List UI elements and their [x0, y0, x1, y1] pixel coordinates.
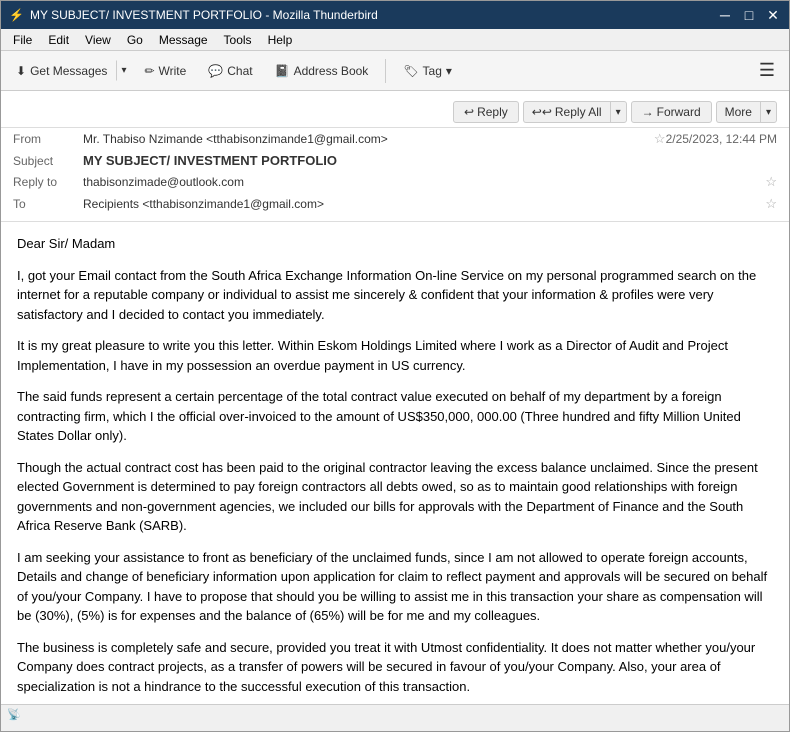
chat-button[interactable]: 💬 Chat: [199, 59, 261, 83]
more-button[interactable]: More: [716, 101, 760, 123]
email-paragraph: The business is completely safe and secu…: [17, 638, 773, 697]
menu-view[interactable]: View: [77, 31, 119, 49]
title-bar-left: ⚡ MY SUBJECT/ INVESTMENT PORTFOLIO - Moz…: [9, 8, 378, 22]
to-value: Recipients <tthabisonzimande1@gmail.com>: [83, 197, 761, 211]
to-label: To: [13, 197, 83, 211]
reply-to-label: Reply to: [13, 175, 83, 189]
from-label: From: [13, 132, 83, 146]
reply-button[interactable]: ↩ Reply: [453, 101, 519, 123]
title-bar-controls[interactable]: ─ □ ✕: [717, 7, 781, 23]
status-bar: 📡: [1, 704, 789, 724]
menu-file[interactable]: File: [5, 31, 40, 49]
more-dropdown[interactable]: More ▾: [716, 101, 777, 123]
write-label: Write: [159, 64, 187, 78]
get-messages-button[interactable]: ⬇ Get Messages: [7, 59, 116, 83]
forward-label: Forward: [657, 105, 701, 119]
more-arrow[interactable]: ▾: [760, 101, 777, 123]
reply-to-row: Reply to thabisonzimade@outlook.com ☆: [1, 171, 789, 193]
hamburger-menu-button[interactable]: ☰: [751, 56, 783, 85]
reply-all-label: Reply All: [555, 105, 602, 119]
menu-bar: File Edit View Go Message Tools Help: [1, 29, 789, 51]
minimize-button[interactable]: ─: [717, 7, 733, 23]
email-paragraph: Dear Sir/ Madam: [17, 234, 773, 254]
write-button[interactable]: ✏ Write: [135, 59, 195, 83]
reply-all-dropdown[interactable]: ↩↩ Reply All ▾: [523, 101, 627, 123]
maximize-button[interactable]: □: [741, 7, 757, 23]
header-actions-row: ↩ Reply ↩↩ Reply All ▾ → Forward More ▾: [1, 97, 789, 128]
reply-label: Reply: [477, 105, 508, 119]
from-value: Mr. Thabiso Nzimande <tthabisonzimande1@…: [83, 132, 650, 146]
subject-value: MY SUBJECT/ INVESTMENT PORTFOLIO: [83, 153, 777, 168]
reply-to-star-icon[interactable]: ☆: [765, 174, 777, 190]
email-paragraph: I am seeking your assistance to front as…: [17, 548, 773, 626]
tag-arrow-icon: ▾: [446, 64, 452, 78]
reply-icon: ↩: [464, 105, 474, 119]
reply-all-icon: ↩↩: [532, 105, 552, 119]
tag-icon: 🏷: [403, 64, 418, 78]
get-messages-dropdown[interactable]: ⬇ Get Messages ▾: [7, 59, 131, 83]
email-header: ↩ Reply ↩↩ Reply All ▾ → Forward More ▾ …: [1, 91, 789, 222]
address-book-label: Address Book: [294, 64, 369, 78]
forward-icon: →: [642, 105, 654, 119]
address-book-icon: 📓: [275, 64, 290, 78]
status-icon: 📡: [7, 708, 21, 721]
tag-button[interactable]: 🏷 Tag ▾: [394, 59, 461, 83]
email-paragraph: The said funds represent a certain perce…: [17, 387, 773, 446]
toolbar-separator: [385, 59, 386, 83]
from-row: From Mr. Thabiso Nzimande <tthabisonzima…: [1, 128, 789, 150]
menu-go[interactable]: Go: [119, 31, 151, 49]
subject-label: Subject: [13, 154, 83, 168]
write-icon: ✏: [144, 64, 154, 78]
menu-message[interactable]: Message: [151, 31, 216, 49]
menu-edit[interactable]: Edit: [40, 31, 77, 49]
email-date: 2/25/2023, 12:44 PM: [666, 132, 777, 146]
get-messages-icon: ⬇: [16, 64, 26, 78]
title-bar: ⚡ MY SUBJECT/ INVESTMENT PORTFOLIO - Moz…: [1, 1, 789, 29]
to-row: To Recipients <tthabisonzimande1@gmail.c…: [1, 193, 789, 215]
forward-button[interactable]: → Forward: [631, 101, 712, 123]
to-star-icon[interactable]: ☆: [765, 196, 777, 212]
close-button[interactable]: ✕: [765, 7, 781, 23]
reply-all-button[interactable]: ↩↩ Reply All: [523, 101, 610, 123]
from-star-icon[interactable]: ☆: [654, 131, 666, 147]
get-messages-arrow[interactable]: ▾: [116, 60, 131, 81]
address-book-button[interactable]: 📓 Address Book: [266, 59, 378, 83]
email-paragraph: Though the actual contract cost has been…: [17, 458, 773, 536]
subject-row: Subject MY SUBJECT/ INVESTMENT PORTFOLIO: [1, 150, 789, 171]
email-body: Dear Sir/ Madam I, got your Email contact…: [1, 222, 789, 704]
app-icon: ⚡: [9, 8, 24, 22]
menu-tools[interactable]: Tools: [216, 31, 260, 49]
menu-help[interactable]: Help: [260, 31, 301, 49]
window-title: MY SUBJECT/ INVESTMENT PORTFOLIO - Mozil…: [30, 8, 378, 22]
reply-all-arrow[interactable]: ▾: [610, 101, 627, 123]
email-paragraph: I, got your Email contact from the South…: [17, 266, 773, 325]
chat-label: Chat: [227, 64, 252, 78]
reply-to-value: thabisonzimade@outlook.com: [83, 175, 761, 189]
tag-label: Tag: [423, 64, 442, 78]
more-label: More: [725, 105, 752, 119]
chat-icon: 💬: [208, 64, 223, 78]
email-paragraph: It is my great pleasure to write you thi…: [17, 336, 773, 375]
get-messages-label: Get Messages: [30, 64, 107, 78]
toolbar: ⬇ Get Messages ▾ ✏ Write 💬 Chat 📓 Addres…: [1, 51, 789, 91]
